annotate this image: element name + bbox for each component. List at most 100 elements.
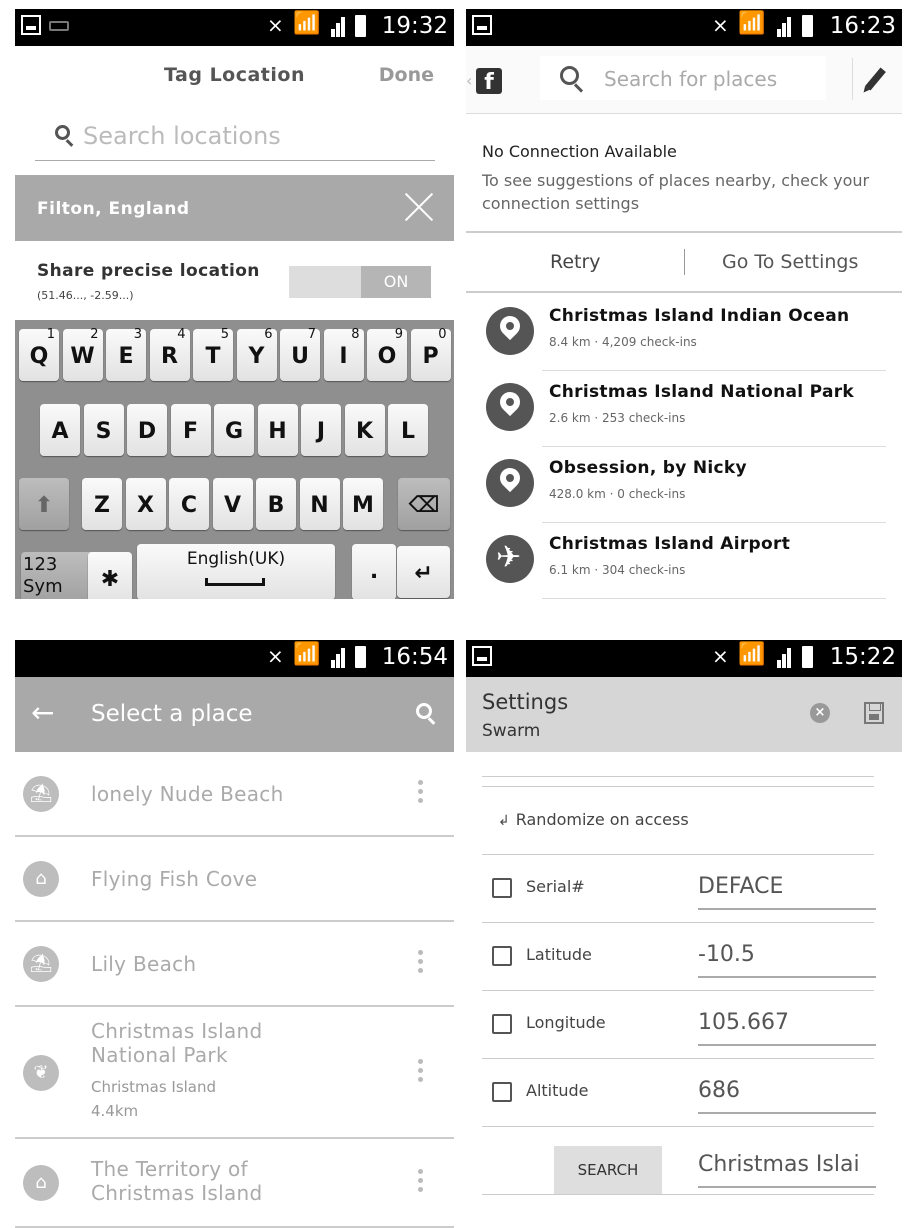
divider [684,249,685,275]
status-time: 19:32 [381,13,448,39]
signal-icon [771,15,793,37]
keyboard-key[interactable]: U7 [280,327,320,381]
search-placeholder: Search locations [83,122,281,150]
keyboard-key[interactable]: F [170,404,211,456]
list-item[interactable]: ⛱ lonely Nude Beach [15,752,454,837]
search-input[interactable]: Search for places [540,56,826,100]
go-to-settings-button[interactable]: Go To Settings [722,251,858,273]
wifi-icon: 📶 [293,642,321,667]
more-options-icon[interactable] [418,1059,424,1086]
close-icon[interactable] [404,192,434,222]
no-connection-description: To see suggestions of places nearby, che… [482,171,870,213]
keyboard-key[interactable]: G [214,404,254,456]
keyboard-period-key[interactable]: . [352,544,396,599]
keyboard-key[interactable]: E3 [106,327,146,381]
keyboard-key[interactable]: S [83,404,124,456]
keyboard-key[interactable]: J [301,404,341,456]
keyboard-key[interactable]: D [127,404,167,456]
cancel-icon[interactable]: × [810,703,830,723]
save-icon[interactable] [864,702,884,724]
keyboard-key[interactable]: P0 [410,327,451,381]
keyboard-space-key[interactable]: English(UK) [137,544,335,599]
list-item[interactable]: ⌂ Flying Fish Cove [15,837,454,922]
keyboard-key[interactable]: R4 [149,327,190,381]
keyboard-key[interactable]: Y6 [236,327,277,381]
retry-button[interactable]: Retry [550,251,601,273]
image-notification-icon [21,15,41,35]
done-button[interactable]: Done [379,64,434,86]
list-item[interactable]: Obsession, by Nicky 428.0 km · 0 check-i… [466,447,902,523]
list-item[interactable]: ✈ Christmas Island Airport 6.1 km · 304 … [466,523,902,599]
keyboard-key[interactable]: X [125,478,166,530]
keyboard-key[interactable]: B [256,478,296,530]
keyboard-key[interactable]: I8 [323,327,364,381]
enter-icon: ↵ [414,561,433,586]
mute-icon: ⨯ [712,13,729,37]
longitude-input[interactable]: 105.667 [698,1006,876,1046]
pin-icon [486,307,534,355]
randomize-option[interactable]: ↲ Randomize on access [498,810,689,829]
keyboard-key[interactable]: O9 [367,327,407,381]
latitude-input[interactable]: -10.5 [698,938,876,978]
wifi-icon: 📶 [738,11,766,36]
battery-icon [355,646,366,668]
latitude-checkbox[interactable] [492,946,512,966]
wifi-icon: 📶 [738,642,766,667]
list-item[interactable]: ❦ Christmas Island National Park Christm… [15,1007,454,1139]
page-subtitle: Swarm [482,721,541,741]
selected-location-bar: Filton, England [15,175,454,241]
status-time: 16:54 [381,644,448,670]
toggle-state: ON [361,266,431,298]
keyboard-key[interactable]: H [257,404,298,456]
keyboard-key[interactable]: Z [82,478,122,530]
pencil-icon[interactable] [865,67,886,91]
image-notification-icon [472,646,492,666]
altitude-row: Altitude 686 [482,1058,880,1126]
keyboard-key[interactable]: K [344,404,385,456]
keyboard-key[interactable]: V [212,478,253,530]
serial-checkbox[interactable] [492,878,512,898]
keyboard-enter-key[interactable]: ↵ [397,546,450,598]
keyboard-key[interactable]: N [299,478,340,530]
search-placeholder: Search for places [604,67,778,91]
list-item[interactable]: Christmas Island Indian Ocean 8.4 km · 4… [466,295,902,371]
keyboard-key[interactable]: Q1 [19,327,59,381]
page-title: Settings [482,690,569,714]
altitude-input[interactable]: 686 [698,1074,876,1114]
leaf-icon: ❦ [23,1055,59,1091]
keyboard: Q1W2E3R4T5Y6U7I8O9P0 ASDFGHJKL ⬆ Z X C V B N M ⌫… [15,320,454,599]
place-search-input[interactable]: Christmas Islai [698,1148,876,1188]
list-item[interactable]: ⌂ The Territory of Christmas Island [15,1139,454,1228]
backspace-key[interactable]: ⌫ [398,478,450,530]
search-button[interactable]: SEARCH [554,1146,662,1194]
search-icon[interactable] [416,703,432,719]
list-item[interactable]: ⛱ Lily Beach [15,922,454,1007]
keyboard-key[interactable]: C [169,478,209,530]
back-arrow-icon[interactable]: ← [31,696,54,729]
connection-actions: Retry Go To Settings [466,231,902,293]
keyboard-key[interactable]: T5 [193,327,233,381]
serial-input[interactable]: DEFACE [698,870,876,910]
more-options-icon[interactable] [418,780,424,807]
longitude-checkbox[interactable] [492,1014,512,1034]
back-icon[interactable]: ‹ [466,71,472,90]
shift-key[interactable]: ⬆ [19,478,69,530]
wifi-icon: 📶 [293,11,321,36]
altitude-checkbox[interactable] [492,1082,512,1102]
pin-icon [486,459,534,507]
keyboard-key[interactable]: A [40,404,80,456]
keyboard-key[interactable]: W2 [62,327,103,381]
status-bar: ⨯ 📶 15:22 [466,640,902,677]
backspace-icon: ⌫ [408,493,440,518]
share-location-toggle[interactable]: ON [289,266,431,298]
keyboard-settings-key[interactable]: ✱ [88,552,132,599]
keyboard-key[interactable]: L [388,404,428,456]
more-options-icon[interactable] [418,1169,424,1196]
search-input[interactable]: Search locations [35,113,435,161]
list-item[interactable]: Christmas Island National Park 2.6 km · … [466,371,902,447]
more-options-icon[interactable] [418,950,424,977]
signal-icon [325,646,347,668]
keyboard-key[interactable]: M [343,478,383,530]
facebook-logo-icon: f [476,68,502,95]
signal-icon [771,646,793,668]
